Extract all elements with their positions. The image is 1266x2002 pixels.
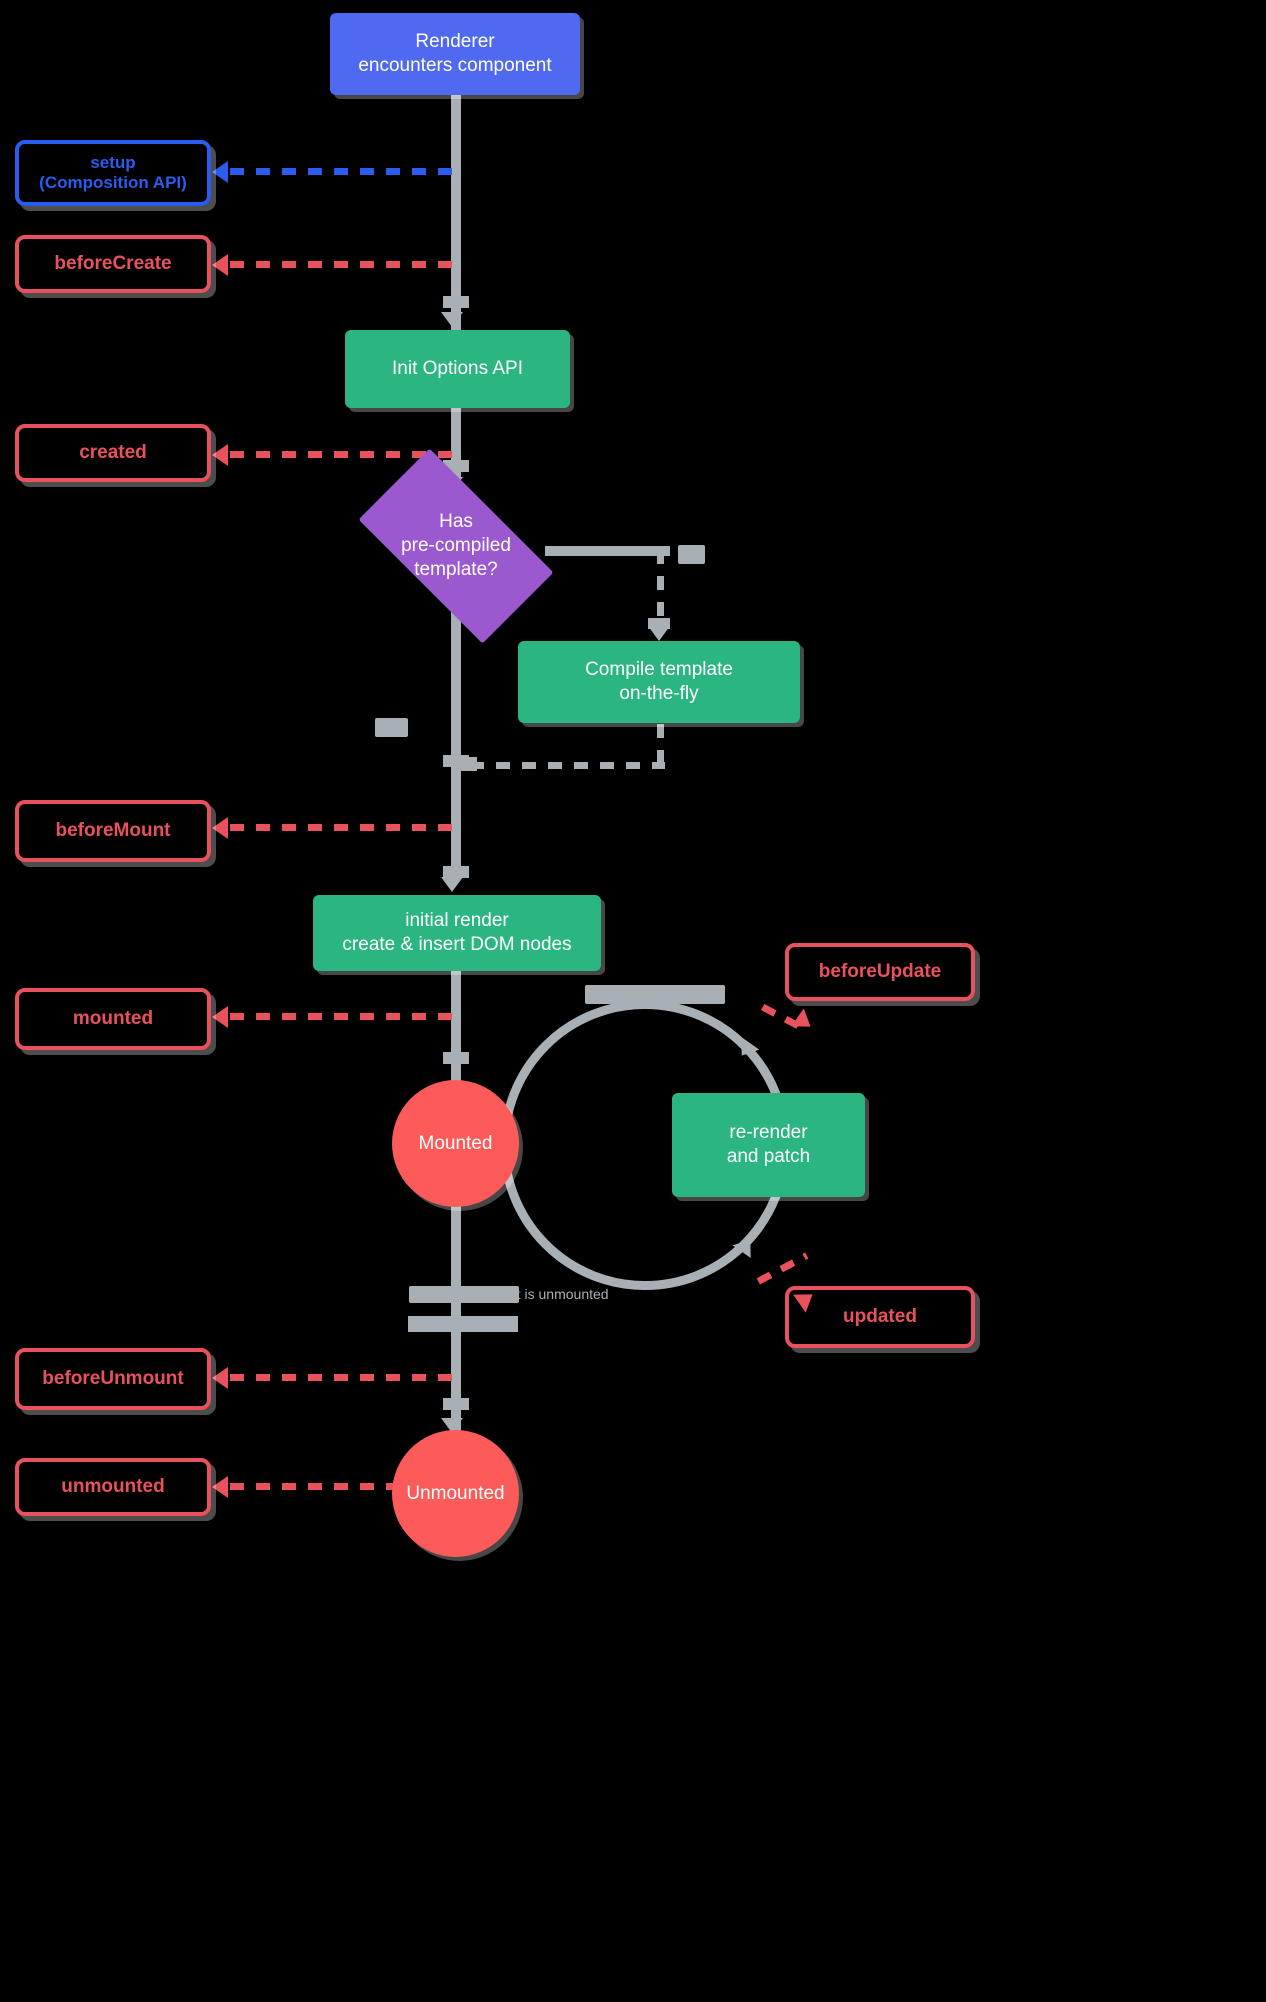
arrow-unmounted-hook: [212, 1476, 228, 1498]
hook-mounted: mounted: [15, 988, 211, 1050]
dash-unmounted: [230, 1483, 400, 1490]
arrow-setup-hook: [212, 161, 228, 183]
hook-updated: updated: [785, 1286, 975, 1348]
hook-before-unmount: beforeUnmount: [15, 1348, 211, 1410]
hook-before-create-label: beforeCreate: [54, 252, 172, 274]
edge-label-no: no: [678, 545, 705, 564]
arrow-into-initial-render: [441, 877, 463, 892]
hook-before-mount-label: beforeMount: [55, 819, 171, 841]
node-initial-render-label: initial render create & insert DOM nodes: [342, 910, 572, 955]
spine-diamond-to-beforemount: [451, 600, 461, 875]
edge-label-when-unmounted: when component is unmounted: [409, 1286, 609, 1304]
compile-return-horizontal-dashed: [470, 762, 665, 769]
hook-before-unmount-label: beforeUnmount: [42, 1367, 184, 1389]
node-compile-template-on-the-fly: Compile template on-the-fly: [518, 641, 800, 723]
dash-updated: [756, 1252, 809, 1285]
hook-updated-label: updated: [843, 1305, 917, 1327]
node-unmounted-state-label: Unmounted: [406, 1482, 505, 1504]
node-renderer-label: Renderer encounters component: [358, 31, 552, 76]
edge-label-when-data-changes: when data changes: [585, 985, 726, 1004]
node-initial-render: initial render create & insert DOM nodes: [313, 895, 601, 971]
hook-before-update-label: beforeUpdate: [818, 960, 942, 982]
dash-before-mount: [230, 824, 458, 831]
node-rerender-and-patch-label: re-render and patch: [726, 1122, 811, 1167]
dash-setup: [230, 168, 458, 175]
spine-tick-5: [443, 1052, 469, 1064]
compile-return-tick: [455, 757, 477, 771]
edge-label-yes: yes: [375, 718, 409, 737]
dash-before-create: [230, 261, 458, 268]
dash-mounted: [230, 1013, 458, 1020]
vue-lifecycle-diagram: no yes when data changes Renderer encoun…: [0, 0, 1266, 2002]
hook-setup: setup (Composition API): [15, 140, 211, 206]
arrow-into-init-options: [441, 312, 463, 327]
arrow-before-create-hook: [212, 254, 228, 276]
node-mounted-state: Mounted: [392, 1080, 519, 1207]
dash-before-unmount: [230, 1374, 458, 1381]
hook-created: created: [15, 424, 211, 482]
node-has-precompiled-template-label: Has pre-compiled template?: [401, 511, 511, 580]
spine-tick-1: [443, 296, 469, 308]
hook-before-create: beforeCreate: [15, 235, 211, 293]
node-init-options-api-label: Init Options API: [392, 358, 523, 380]
node-has-precompiled-template: Has pre-compiled template?: [332, 448, 580, 644]
node-rerender-and-patch: re-render and patch: [672, 1093, 865, 1197]
hook-created-label: created: [79, 441, 147, 463]
arrow-into-compile-template: [648, 626, 670, 641]
hook-mounted-label: mounted: [72, 1007, 154, 1029]
edge-label-when-data-changes-text: when data changes: [590, 985, 721, 1002]
arrow-mounted-hook: [212, 1006, 228, 1028]
node-compile-template-label: Compile template on-the-fly: [585, 659, 733, 704]
arrow-before-mount-hook: [212, 817, 228, 839]
edge-label-when-unmounted-text: when component is unmounted: [414, 1286, 609, 1302]
arrow-before-unmount-hook: [212, 1367, 228, 1389]
spine-renderer-to-init: [451, 95, 461, 330]
arrow-created-hook: [212, 444, 228, 466]
hook-setup-label: setup (Composition API): [39, 152, 187, 192]
hook-unmounted-label: unmounted: [61, 1475, 165, 1497]
node-unmounted-state: Unmounted: [392, 1430, 519, 1557]
node-mounted-state-label: Mounted: [418, 1132, 493, 1154]
hook-before-mount: beforeMount: [15, 800, 211, 862]
spine-tick-8: [443, 1398, 469, 1410]
spine-tick-7: [408, 1316, 518, 1332]
hook-before-update: beforeUpdate: [785, 943, 975, 1001]
arrow-before-update-hook: [791, 1008, 817, 1036]
node-init-options-api: Init Options API: [345, 330, 570, 408]
node-renderer-encounters-component: Renderer encounters component: [330, 13, 580, 95]
hook-unmounted: unmounted: [15, 1458, 211, 1516]
